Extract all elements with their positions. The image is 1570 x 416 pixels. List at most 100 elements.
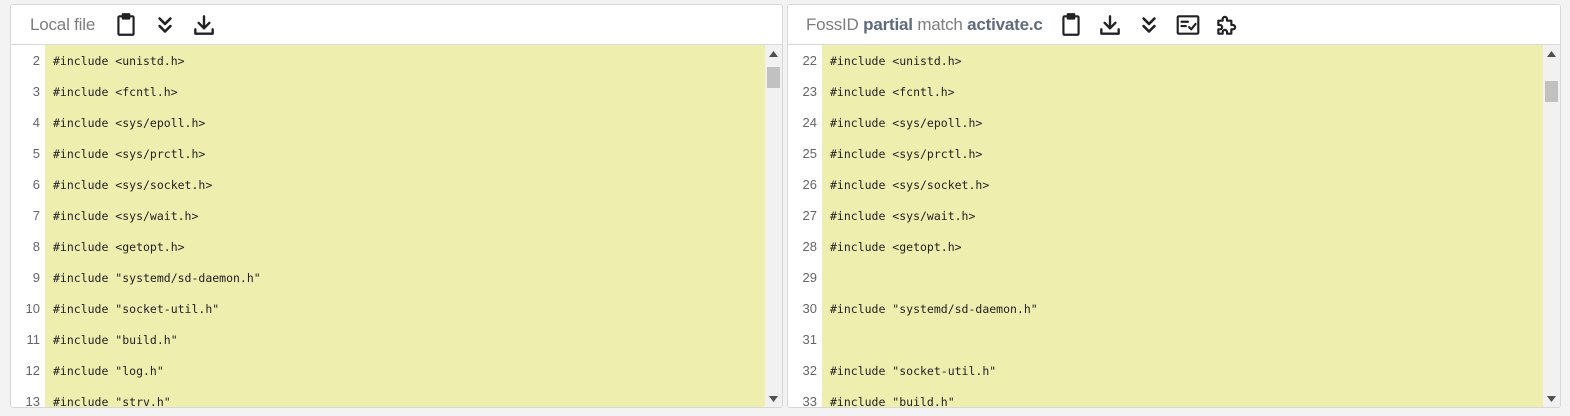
code-line: 30 #include "systemd/sd-daemon.h" [788,293,1543,324]
code-line: 28 #include <getopt.h> [788,231,1543,262]
line-number: 25 [802,146,817,161]
line-number: 23 [802,84,817,99]
code-text: #include <getopt.h> [53,239,185,254]
code-line: 8 #include <getopt.h> [11,231,765,262]
code-text: #include <sys/wait.h> [53,208,199,223]
line-number: 13 [25,394,40,407]
code-line: 12 #include "log.h" [11,355,765,386]
code-text: #include <sys/prctl.h> [53,146,206,161]
fossid-match-scrollbar[interactable] [1543,45,1560,407]
line-number: 8 [32,239,40,254]
scroll-up-arrow-icon[interactable] [765,45,782,62]
code-text: #include "systemd/sd-daemon.h" [53,270,261,285]
code-line: 33 #include "build.h" [788,386,1543,407]
code-line: 25 #include <sys/prctl.h> [788,138,1543,169]
code-line: 23 #include <fcntl.h> [788,76,1543,107]
code-text: #include <sys/wait.h> [830,208,976,223]
scroll-down-arrow-icon[interactable] [1543,390,1560,407]
code-text: #include <fcntl.h> [53,84,178,99]
fossid-match-title: FossID partial match activate.c [806,15,1043,35]
line-number: 2 [32,53,40,68]
code-text: #include "log.h" [53,363,164,378]
line-number: 31 [802,332,817,347]
code-line: 32 #include "socket-util.h" [788,355,1543,386]
scrollbar-thumb[interactable] [767,67,780,88]
line-number: 10 [25,301,40,316]
code-text: #include "build.h" [53,332,178,347]
code-line: 10 #include "socket-util.h" [11,293,765,324]
code-line: 2 #include <unistd.h> [11,45,765,76]
fossid-match-header: FossID partial match activate.c [788,5,1560,45]
code-line: 4 #include <sys/epoll.h> [11,107,765,138]
line-number: 4 [32,115,40,130]
code-text: #include "strv.h" [53,394,171,408]
double-chevron-down-icon[interactable] [1135,11,1163,39]
line-number: 26 [802,177,817,192]
code-text: #include <getopt.h> [830,239,962,254]
code-line: 11 #include "build.h" [11,324,765,355]
code-line: 9 #include "systemd/sd-daemon.h" [11,262,765,293]
line-number: 28 [802,239,817,254]
local-file-lines: 2 #include <unistd.h> 3 #include <fcntl.h> 4… [11,45,765,407]
title-prefix: FossID [806,14,859,34]
line-number: 27 [802,208,817,223]
fossid-match-code-view[interactable]: 22 #include <unistd.h> 23 #include <fcntl.h… [788,45,1560,407]
code-text: #include <sys/socket.h> [830,177,990,192]
line-number: 7 [32,208,40,223]
code-line: 24 #include <sys/epoll.h> [788,107,1543,138]
clipboard-icon[interactable] [112,11,140,39]
code-text: #include "systemd/sd-daemon.h" [830,301,1038,316]
download-icon[interactable] [1096,11,1124,39]
code-text: #include <unistd.h> [53,53,185,68]
code-line: 3 #include <fcntl.h> [11,76,765,107]
title-match-type: partial [863,14,913,34]
code-text: #include <sys/epoll.h> [830,115,983,130]
code-line: 7 #include <sys/wait.h> [11,200,765,231]
title-file-name: activate.c [967,14,1043,34]
local-file-scrollbar[interactable] [765,45,782,407]
line-number: 24 [802,115,817,130]
code-text: #include "socket-util.h" [53,301,220,316]
code-line: 13 #include "strv.h" [11,386,765,407]
line-number: 29 [802,270,817,285]
code-text: #include <unistd.h> [830,53,962,68]
fossid-match-lines: 22 #include <unistd.h> 23 #include <fcntl.h… [788,45,1543,407]
local-file-panel: Local file 2 #include <unistd.h> 3 #incl… [10,4,783,408]
code-line: 29 [788,262,1543,293]
scroll-up-arrow-icon[interactable] [1543,45,1560,62]
line-number: 5 [32,146,40,161]
double-chevron-down-icon[interactable] [151,11,179,39]
line-number: 33 [802,394,817,407]
code-line: 5 #include <sys/prctl.h> [11,138,765,169]
code-line: 26 #include <sys/socket.h> [788,169,1543,200]
scroll-down-arrow-icon[interactable] [765,390,782,407]
puzzle-icon[interactable] [1213,11,1241,39]
code-line: 22 #include <unistd.h> [788,45,1543,76]
fossid-match-panel: FossID partial match activate.c 22 #incl… [787,4,1561,408]
line-number: 6 [32,177,40,192]
clipboard-icon[interactable] [1057,11,1085,39]
line-number: 12 [25,363,40,378]
local-file-code-view[interactable]: 2 #include <unistd.h> 3 #include <fcntl.h> 4… [11,45,782,407]
scrollbar-thumb[interactable] [1545,81,1558,102]
line-number: 11 [26,332,41,347]
checklist-icon[interactable] [1174,11,1202,39]
local-file-header: Local file [11,5,782,45]
code-line: 6 #include <sys/socket.h> [11,169,765,200]
local-file-title: Local file [30,14,96,34]
line-number: 9 [32,270,40,285]
code-line: 31 [788,324,1543,355]
code-text: #include <sys/socket.h> [53,177,213,192]
code-text: #include <sys/prctl.h> [830,146,983,161]
line-number: 32 [802,363,817,378]
line-number: 3 [32,84,40,99]
code-text: #include "socket-util.h" [830,363,997,378]
line-number: 22 [802,53,817,68]
local-file-toolbar [112,11,229,39]
code-text: #include "build.h" [830,394,955,408]
download-icon[interactable] [190,11,218,39]
fossid-match-toolbar [1057,11,1252,39]
code-text: #include <fcntl.h> [830,84,955,99]
title-middle: match [917,14,963,34]
code-text: #include <sys/epoll.h> [53,115,206,130]
